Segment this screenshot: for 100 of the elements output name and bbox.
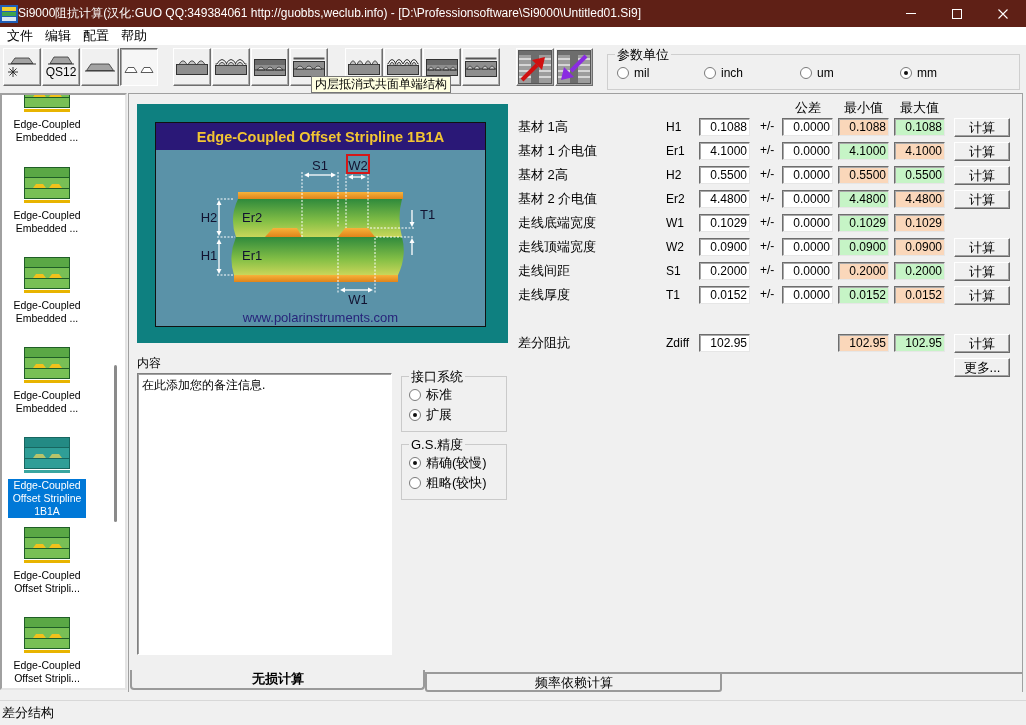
parameter-label: 基材 1高 (518, 118, 568, 136)
menu-item[interactable]: 文件 (1, 27, 39, 45)
tolerance-field[interactable]: 0.0000 (782, 166, 833, 184)
calculate-button[interactable]: 计算 (954, 261, 1010, 281)
min-value-field[interactable]: 102.95 (838, 334, 889, 352)
calculate-button[interactable]: 计算 (954, 165, 1010, 185)
value-field[interactable]: 102.95 (699, 334, 750, 352)
more-button[interactable]: 更多... (954, 357, 1010, 377)
parameter-symbol: H1 (666, 120, 682, 134)
tooltip: 内层抵消式共面单端结构 (311, 76, 451, 93)
calculate-button[interactable]: 计算 (954, 285, 1010, 305)
notes-field[interactable]: 在此添加您的备注信息. (137, 373, 392, 655)
max-value-field[interactable]: 0.1088 (894, 118, 945, 136)
close-icon (998, 8, 1008, 19)
list-item[interactable]: Edge-Coupled Embedded ... (8, 209, 86, 235)
tolerance-field[interactable]: 0.0000 (782, 142, 833, 160)
stripline-thumbnail-icon[interactable] (24, 257, 70, 293)
toolbar-button[interactable]: QS12 (42, 48, 80, 86)
list-item[interactable]: Edge-Coupled Embedded ... (8, 299, 86, 325)
tab[interactable]: 无损计算 (130, 670, 425, 690)
maximize-icon (952, 8, 962, 19)
dimension-label: S1 (312, 158, 328, 173)
plus-minus-sign: +/- (760, 263, 775, 277)
max-value-field[interactable]: 0.5500 (894, 166, 945, 184)
stripline-thumbnail-icon[interactable] (24, 95, 70, 112)
plus-minus-sign: +/- (760, 143, 775, 157)
max-value-field[interactable]: 0.2000 (894, 262, 945, 280)
tolerance-field[interactable]: 0.0000 (782, 190, 833, 208)
max-value-field[interactable]: 102.95 (894, 334, 945, 352)
calculate-button[interactable]: 计算 (954, 333, 1010, 353)
radio-label[interactable]: inch (721, 66, 743, 80)
parameter-symbol: S1 (666, 264, 681, 278)
value-field[interactable]: 0.1088 (699, 118, 750, 136)
radio-label[interactable]: 精确(较慢) (426, 454, 487, 472)
radio-label[interactable]: mm (917, 66, 937, 80)
toolbar-button[interactable] (120, 48, 158, 86)
min-value-field[interactable]: 0.5500 (838, 166, 889, 184)
value-field[interactable]: 4.1000 (699, 142, 750, 160)
max-value-field[interactable]: 4.1000 (894, 142, 945, 160)
tolerance-field[interactable]: 0.0000 (782, 286, 833, 304)
min-value-field[interactable]: 0.2000 (838, 262, 889, 280)
stripline-thumbnail-icon[interactable] (24, 617, 70, 653)
radio-button[interactable] (800, 67, 812, 79)
radio-label[interactable]: 标准 (426, 386, 452, 404)
calculate-button[interactable]: 计算 (954, 237, 1010, 257)
value-field[interactable]: 0.1029 (699, 214, 750, 232)
radio-label[interactable]: 扩展 (426, 406, 452, 424)
radio-label[interactable]: 粗略(较快) (426, 474, 487, 492)
max-value-field[interactable]: 4.4800 (894, 190, 945, 208)
menu-item[interactable]: 编辑 (39, 27, 77, 45)
menu-item[interactable]: 配置 (77, 27, 115, 45)
min-value-field[interactable]: 0.0900 (838, 238, 889, 256)
menu-item[interactable]: 帮助 (115, 27, 153, 45)
column-header: 最小值 (844, 100, 883, 115)
value-field[interactable]: 0.0152 (699, 286, 750, 304)
embedded-traces-icon (254, 58, 286, 76)
tab[interactable]: 频率依赖计算 (425, 672, 722, 692)
scrollbar-thumb[interactable] (114, 365, 117, 522)
stripline-thumbnail-icon[interactable] (24, 437, 70, 473)
list-item[interactable]: Edge-Coupled Offset Stripline 1B1A (8, 479, 86, 518)
radio-button[interactable] (409, 477, 421, 489)
stripline-thumbnail-icon[interactable] (24, 527, 70, 563)
plus-minus-sign: +/- (760, 191, 775, 205)
value-field[interactable]: 0.5500 (699, 166, 750, 184)
list-item[interactable]: Edge-Coupled Embedded ... (8, 389, 86, 415)
list-item[interactable]: Edge-Coupled Offset Stripli... (8, 569, 86, 595)
calculate-button[interactable]: 计算 (954, 117, 1010, 137)
tolerance-field[interactable]: 0.0000 (782, 214, 833, 232)
min-value-field[interactable]: 4.4800 (838, 190, 889, 208)
tolerance-field[interactable]: 0.0000 (782, 238, 833, 256)
radio-button[interactable] (617, 67, 629, 79)
radio-button[interactable] (409, 457, 421, 469)
value-field[interactable]: 0.0900 (699, 238, 750, 256)
radio-label[interactable]: mil (634, 66, 650, 80)
max-value-field[interactable]: 0.0152 (894, 286, 945, 304)
min-value-field[interactable]: 4.1000 (838, 142, 889, 160)
radio-button[interactable] (704, 67, 716, 79)
radio-label[interactable]: um (817, 66, 834, 80)
calculate-button[interactable]: 计算 (954, 189, 1010, 209)
group-title: 参数单位 (616, 47, 670, 62)
min-value-field[interactable]: 0.1088 (838, 118, 889, 136)
buried-traces-icon (293, 57, 325, 77)
stripline-thumbnail-icon[interactable] (24, 347, 70, 383)
tolerance-field[interactable]: 0.0000 (782, 118, 833, 136)
min-value-field[interactable]: 0.1029 (838, 214, 889, 232)
min-value-field[interactable]: 0.0152 (838, 286, 889, 304)
radio-button[interactable] (900, 67, 912, 79)
max-value-field[interactable]: 0.0900 (894, 238, 945, 256)
calculate-button[interactable]: 计算 (954, 141, 1010, 161)
radio-button[interactable] (409, 409, 421, 421)
max-value-field[interactable]: 0.1029 (894, 214, 945, 232)
list-item[interactable]: Edge-Coupled Offset Stripli... (8, 659, 86, 685)
tolerance-field[interactable]: 0.0000 (782, 262, 833, 280)
list-item[interactable]: Edge-Coupled Embedded ... (8, 118, 86, 144)
value-field[interactable]: 0.2000 (699, 262, 750, 280)
bottom-width-dimension (337, 237, 376, 295)
notes-label: 内容 (137, 355, 161, 372)
radio-button[interactable] (409, 389, 421, 401)
value-field[interactable]: 4.4800 (699, 190, 750, 208)
stripline-thumbnail-icon[interactable] (24, 167, 70, 203)
